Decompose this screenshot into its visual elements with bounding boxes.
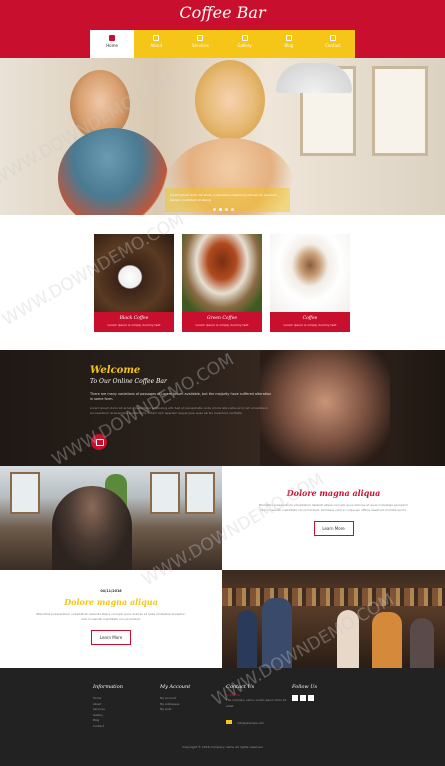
slider-dot[interactable] — [231, 208, 234, 211]
cog-icon — [197, 35, 204, 41]
slider-dot[interactable] — [219, 208, 222, 211]
feature-title: Dolore magna aliqua — [286, 488, 381, 498]
product-name: Coffee — [302, 316, 318, 321]
social-links — [292, 695, 317, 701]
product-image — [270, 234, 350, 312]
product-name: Green Coffee — [206, 316, 238, 321]
product-card[interactable]: Coffee Lorem Ipsum is simply dummy text — [270, 234, 350, 332]
bar-shelf — [222, 588, 445, 606]
picture-icon — [241, 35, 248, 41]
book-icon — [285, 35, 292, 41]
contact-address: The company name, Lorem ipsum dolor sit … — [226, 698, 286, 708]
product-bar: Black Coffee Lorem Ipsum is simply dummy… — [94, 312, 174, 332]
footer-info-column: Information Home About Services Gallery … — [93, 684, 123, 729]
welcome-text: There are many variations of passages of… — [90, 392, 272, 401]
cafe-window — [10, 472, 40, 514]
nav-item-gallery[interactable]: Gallery — [223, 30, 267, 58]
footer-follow-column: Follow Us — [292, 684, 317, 701]
nav-item-about[interactable]: About — [134, 30, 178, 58]
welcome-title: Welcome — [90, 365, 141, 376]
product-card[interactable]: Black Coffee Lorem Ipsum is simply dummy… — [94, 234, 174, 332]
cafe-window — [150, 472, 180, 514]
copyright-text: Copyright © 2016 Company name All rights… — [182, 745, 263, 749]
bar-person — [237, 610, 257, 668]
cafe-window — [185, 472, 215, 514]
nav-item-blog[interactable]: Blog — [267, 30, 311, 58]
site-footer: Information Home About Services Gallery … — [0, 668, 445, 766]
cafe-image — [0, 466, 222, 570]
bar-image — [222, 570, 445, 668]
learn-more-button[interactable]: Learn More — [91, 630, 131, 646]
envelope-icon — [329, 35, 336, 41]
slider-dot[interactable] — [225, 208, 228, 211]
bar-person — [410, 618, 434, 668]
footer-heading: Follow Us — [292, 684, 318, 690]
bar-person — [262, 598, 292, 668]
footer-account-column: My Account My Account My Addresses My Li… — [160, 684, 190, 713]
footer-heading: Contact Us — [226, 684, 255, 690]
bar-person — [337, 610, 359, 668]
twitter-icon[interactable] — [300, 695, 306, 701]
feature-date: 04/11/2016 — [100, 589, 122, 593]
nav-item-contact[interactable]: Contact — [311, 30, 355, 58]
welcome-image — [260, 350, 390, 466]
hero-person — [58, 128, 168, 215]
cafe-customer — [52, 486, 132, 570]
home-icon — [109, 35, 116, 41]
welcome-subtitle: To Our Online Coffee Bar — [90, 378, 167, 385]
hero-window — [372, 66, 428, 156]
footer-link[interactable]: Contact — [93, 724, 123, 730]
site-header: Coffee Bar Home About Services Gallery B… — [0, 0, 445, 60]
hero-lamp — [276, 63, 352, 93]
main-nav: Home About Services Gallery Blog Contact — [90, 30, 355, 58]
slider-dot[interactable] — [213, 208, 216, 211]
product-desc: Lorem Ipsum is simply dummy text — [107, 323, 161, 327]
envelope-icon — [226, 720, 232, 724]
product-grid: Black Coffee Lorem Ipsum is simply dummy… — [94, 234, 350, 332]
slider-dots — [213, 208, 234, 211]
welcome-section: Welcome To Our Online Coffee Bar There a… — [0, 350, 445, 466]
hero-slider[interactable]: Lorem ipsum dolor sit amet consectetur a… — [0, 58, 445, 215]
product-desc: Lorem Ipsum is simply dummy text — [195, 323, 249, 327]
pinterest-icon[interactable] — [308, 695, 314, 701]
bar-person — [372, 612, 402, 668]
feature-text: Blanditiis praesentium voluptatum deleni… — [36, 612, 186, 621]
contact-email[interactable]: info@example.com — [237, 721, 264, 725]
product-bar: Green Coffee Lorem Ipsum is simply dummy… — [182, 312, 262, 332]
product-desc: Lorem Ipsum is simply dummy text — [283, 323, 337, 327]
nav-item-home[interactable]: Home — [90, 30, 135, 58]
nav-item-services[interactable]: Services — [178, 30, 222, 58]
feature-block-left: 04/11/2016 Dolore magna aliqua Blanditii… — [0, 570, 222, 668]
welcome-text-secondary: Lorem ipsum dolor sit amet, consectetur … — [90, 406, 268, 415]
footer-contact-column: Contact Us Coffee bar The company name, … — [226, 684, 286, 728]
product-bar: Coffee Lorem Ipsum is simply dummy text — [270, 312, 350, 332]
footer-heading: My Account — [160, 684, 191, 690]
feature-title: Dolore magna aliqua — [64, 597, 158, 607]
user-icon — [153, 35, 160, 41]
product-card[interactable]: Green Coffee Lorem Ipsum is simply dummy… — [182, 234, 262, 332]
product-name: Black Coffee — [119, 316, 149, 321]
product-image — [182, 234, 262, 312]
learn-more-button[interactable]: Learn More — [313, 521, 354, 537]
product-image — [94, 234, 174, 312]
calendar-icon[interactable] — [91, 434, 107, 450]
footer-link[interactable]: My Lists — [160, 707, 190, 713]
feature-block-right: Dolore magna aliqua Blanditiis praesenti… — [222, 466, 445, 570]
hero-person — [195, 60, 265, 140]
footer-heading: Information — [93, 684, 124, 690]
facebook-icon[interactable] — [292, 695, 298, 701]
feature-text: Blanditiis praesentium voluptatum deleni… — [259, 503, 408, 512]
site-logo[interactable]: Coffee Bar — [0, 3, 445, 22]
